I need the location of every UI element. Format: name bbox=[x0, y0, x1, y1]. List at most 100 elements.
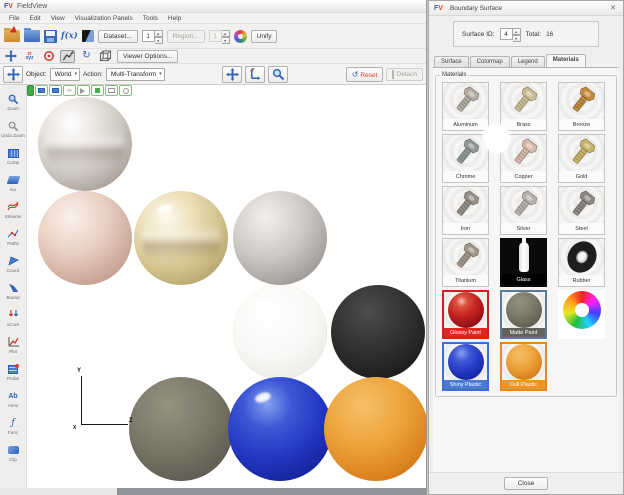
pan-tool-icon[interactable] bbox=[3, 50, 18, 63]
function-formula-icon[interactable]: f(x) bbox=[61, 31, 78, 41]
material-tile-dull-plastic[interactable]: Dull Plastic bbox=[500, 342, 547, 391]
spinner-up-icon[interactable]: ▴ bbox=[155, 30, 163, 37]
sidebar-item-coord[interactable]: Coord bbox=[1, 250, 26, 277]
colormap-icon[interactable] bbox=[82, 30, 94, 42]
spinner-down-icon[interactable]: ▾ bbox=[155, 37, 163, 44]
sphere-rubber[interactable] bbox=[331, 285, 425, 379]
material-tile-silver[interactable]: Silver bbox=[500, 186, 547, 235]
sidebar-item-clip[interactable]: Clip bbox=[1, 439, 26, 466]
spinner-down-icon[interactable]: ▾ bbox=[513, 35, 521, 42]
open-restart-icon[interactable] bbox=[24, 30, 40, 42]
material-tile-steel[interactable]: Steel bbox=[558, 186, 605, 235]
material-tile-color-wheel[interactable] bbox=[558, 290, 605, 339]
sidebar-item-iso[interactable]: Iso bbox=[1, 169, 26, 196]
viewer-options-button[interactable]: Viewer Options... bbox=[117, 50, 178, 63]
close-icon[interactable]: ✕ bbox=[608, 4, 618, 12]
sidebar-item-anno[interactable]: Ab Anno bbox=[1, 385, 26, 412]
dataset-spinner[interactable]: 1 ▴▾ bbox=[142, 30, 163, 42]
view-target-icon[interactable] bbox=[41, 50, 56, 63]
material-tile-glossy-paint[interactable]: Glossy Paint bbox=[442, 290, 489, 339]
surface-id-value[interactable]: 4 bbox=[500, 28, 513, 40]
material-tile-iron[interactable]: Iron bbox=[442, 186, 489, 235]
action-select[interactable]: Multi-Transform ▾ bbox=[106, 68, 165, 81]
viewport-canvas[interactable]: ∞ Y Z X bbox=[27, 85, 426, 488]
menu-help[interactable]: Help bbox=[163, 15, 186, 22]
material-tile-gold[interactable]: Gold bbox=[558, 134, 605, 183]
surface-id-spinner[interactable]: 4 ▴▾ bbox=[500, 28, 521, 40]
unify-button[interactable]: Unify bbox=[251, 30, 278, 43]
sidebar-item-paths[interactable]: Paths bbox=[1, 223, 26, 250]
sphere-aluminum[interactable] bbox=[38, 97, 132, 191]
tab-colormap[interactable]: Colormap bbox=[470, 56, 510, 67]
sidebar-item-comp[interactable]: Comp bbox=[1, 142, 26, 169]
sphere-iron[interactable] bbox=[233, 191, 327, 285]
dataset-button[interactable]: Dataset... bbox=[98, 30, 138, 43]
sphere-copper[interactable] bbox=[38, 191, 132, 285]
material-tile-aluminum[interactable]: Aluminum bbox=[442, 82, 489, 131]
green-bar-icon[interactable] bbox=[27, 85, 34, 96]
small-square-icon[interactable] bbox=[91, 85, 104, 96]
sphere-shiny-plastic[interactable] bbox=[228, 377, 332, 481]
zoom-tool-button[interactable] bbox=[268, 66, 288, 83]
sphere-dull-plastic[interactable] bbox=[324, 377, 426, 481]
menu-file[interactable]: File bbox=[4, 15, 24, 22]
material-tile-titanium[interactable]: Titanium bbox=[442, 238, 489, 287]
material-tile-bronze[interactable]: Bronze bbox=[558, 82, 605, 131]
spinner-up-icon[interactable]: ▴ bbox=[513, 28, 521, 35]
close-button[interactable]: Close bbox=[504, 477, 548, 490]
region-spinner[interactable]: 1 ▴▾ bbox=[209, 30, 230, 42]
sidebar-item-zoom[interactable]: Zoom bbox=[1, 88, 26, 115]
transform-move-icon[interactable] bbox=[3, 66, 23, 83]
translate-button[interactable] bbox=[222, 66, 242, 83]
link-icon[interactable]: ∞ bbox=[63, 85, 76, 96]
y-axis-label: Y bbox=[77, 368, 81, 374]
material-tile-glass[interactable]: Glass bbox=[500, 238, 547, 287]
region-spinner-value[interactable]: 1 bbox=[209, 30, 222, 42]
detach-button[interactable]: Detach bbox=[386, 68, 423, 81]
rectangle-icon[interactable] bbox=[105, 85, 118, 96]
panel-titlebar[interactable]: FV Boundary Surface ✕ bbox=[429, 1, 623, 16]
sidebar-item-bound[interactable]: Bound bbox=[1, 277, 26, 304]
material-tile-matte-paint[interactable]: Matte Paint bbox=[500, 290, 547, 339]
menu-edit[interactable]: Edit bbox=[24, 15, 45, 22]
spinner-down-icon[interactable]: ▾ bbox=[222, 37, 230, 44]
sidebar-item-func[interactable]: ƒ Func bbox=[1, 412, 26, 439]
screen-sweep-left-icon[interactable] bbox=[35, 85, 48, 96]
read-data-icon[interactable] bbox=[4, 30, 20, 42]
dataset-spinner-value[interactable]: 1 bbox=[142, 30, 155, 42]
tab-legend[interactable]: Legend bbox=[511, 56, 545, 67]
save-restart-icon[interactable] bbox=[44, 30, 57, 43]
object-select[interactable]: World ▾ bbox=[50, 68, 80, 81]
material-tile-rubber[interactable]: Rubber bbox=[558, 238, 605, 287]
circle-icon[interactable] bbox=[119, 85, 132, 96]
xyz-axes-icon[interactable]: ⇄xyz bbox=[22, 50, 37, 63]
menu-visualization-panels[interactable]: Visualization Panels bbox=[70, 15, 138, 22]
material-tile-shiny-plastic[interactable]: Shiny Plastic bbox=[442, 342, 489, 391]
material-tile-chrome[interactable]: Chrome bbox=[442, 134, 489, 183]
menu-view[interactable]: View bbox=[46, 15, 70, 22]
tab-surface[interactable]: Surface bbox=[434, 56, 469, 67]
spinner-up-icon[interactable]: ▴ bbox=[222, 30, 230, 37]
tab-materials[interactable]: Materials bbox=[546, 54, 586, 67]
sidebar-item-plot[interactable]: Plot bbox=[1, 331, 26, 358]
sphere-brass[interactable] bbox=[134, 191, 228, 285]
sidebar-item-undo-zoom[interactable]: Undo Zoom bbox=[1, 115, 26, 142]
send-icon[interactable] bbox=[77, 85, 90, 96]
reset-button[interactable]: ↺Reset bbox=[346, 67, 384, 82]
material-tile-brass[interactable]: Brass bbox=[500, 82, 547, 131]
rotate-view-icon[interactable]: ↻ bbox=[79, 50, 94, 63]
palette-icon[interactable] bbox=[234, 30, 247, 43]
menu-tools[interactable]: Tools bbox=[138, 15, 163, 22]
rotate-axes-button[interactable] bbox=[245, 66, 265, 83]
bounding-box-icon[interactable] bbox=[98, 50, 113, 63]
region-button[interactable]: Region... bbox=[167, 30, 205, 43]
sphere-matte-paint[interactable] bbox=[129, 377, 233, 481]
select-transform-tool-icon[interactable] bbox=[60, 50, 75, 63]
titlebar[interactable]: FV FieldView bbox=[0, 0, 426, 13]
transform-bar: Object: World ▾ Action: Multi-Transform … bbox=[0, 64, 426, 85]
screen-sweep-right-icon[interactable] bbox=[49, 85, 62, 96]
sidebar-item-probe[interactable]: Probe bbox=[1, 358, 26, 385]
sidebar-item-vcore[interactable]: vCore bbox=[1, 304, 26, 331]
sphere-glass[interactable] bbox=[233, 285, 327, 379]
sidebar-item-streams[interactable]: Streams bbox=[1, 196, 26, 223]
